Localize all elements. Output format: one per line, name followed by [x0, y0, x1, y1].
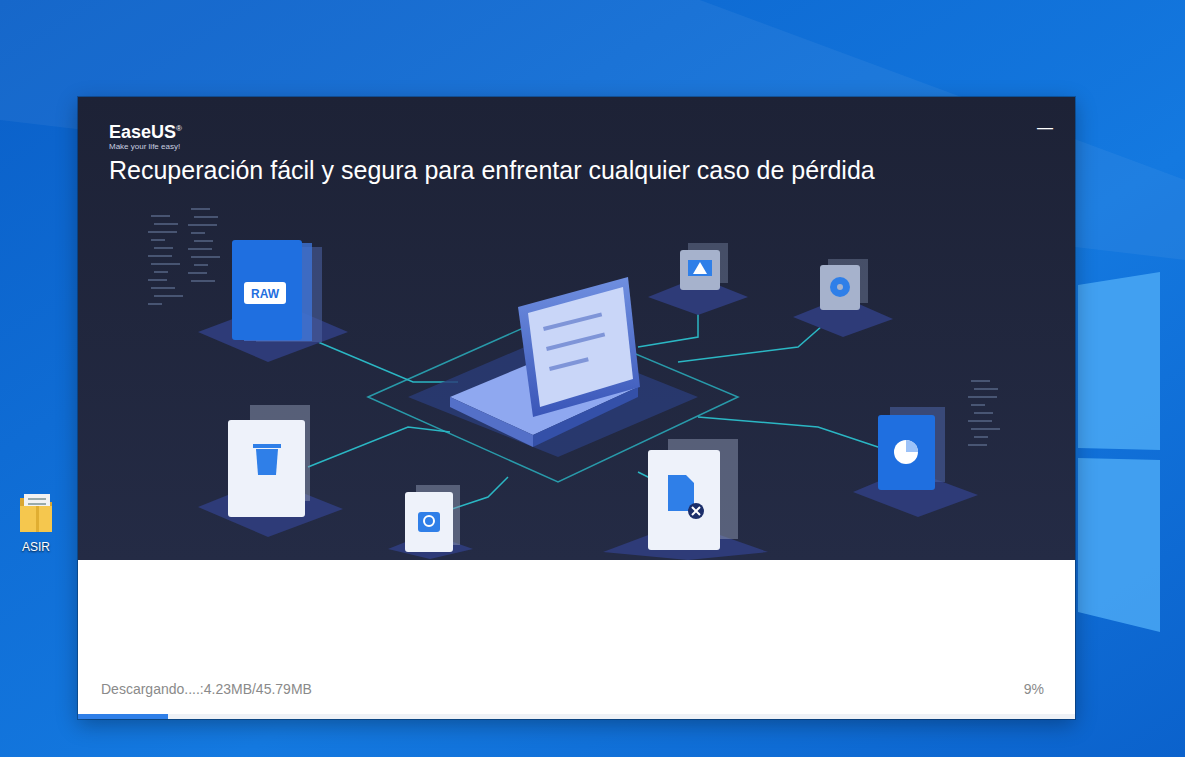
progress-bar: [78, 714, 1075, 719]
installer-window: RAW EaseUS®Make your life easy! — Recuperac…: [78, 97, 1075, 719]
brand-logo: EaseUS®Make your life easy!: [109, 119, 182, 152]
download-panel: Descargando....:4.23MB/45.79MB 9%: [78, 560, 1075, 719]
desktop-folder[interactable]: ASIR: [6, 488, 66, 554]
brand-name: EaseUS®: [109, 119, 182, 142]
desktop: ASIR RAW EaseUS®Make your life easy! — Recup…: [0, 0, 1185, 757]
header: EaseUS®Make your life easy! — Recuperación…: [78, 97, 1075, 186]
banner: RAW EaseUS®Make your life easy! — Recuperac…: [78, 97, 1075, 560]
progress-fill: [78, 714, 168, 719]
raw-label: RAW: [251, 287, 280, 301]
headline: Recuperación fácil y segura para enfrent…: [109, 154, 1057, 186]
tagline: Make your life easy!: [109, 142, 182, 152]
laptop-icon: [450, 277, 640, 447]
search-file-icon: [388, 485, 473, 559]
download-percent: 9%: [1024, 680, 1044, 698]
disk-icon: [793, 259, 893, 337]
folder-icon: [16, 488, 56, 536]
download-status: Descargando....:4.23MB/45.79MB: [101, 680, 312, 698]
folder-label: ASIR: [22, 540, 50, 554]
pie-chart-icon: [853, 407, 978, 517]
deleted-file-icon: [603, 439, 768, 560]
warning-screen-icon: [648, 243, 748, 315]
code-column: [968, 380, 1000, 446]
raw-file-icon: RAW: [198, 240, 348, 362]
minimize-button[interactable]: —: [1033, 119, 1057, 137]
code-column: [188, 208, 220, 282]
code-column: [148, 215, 183, 305]
recycle-bin-icon: [198, 405, 343, 537]
